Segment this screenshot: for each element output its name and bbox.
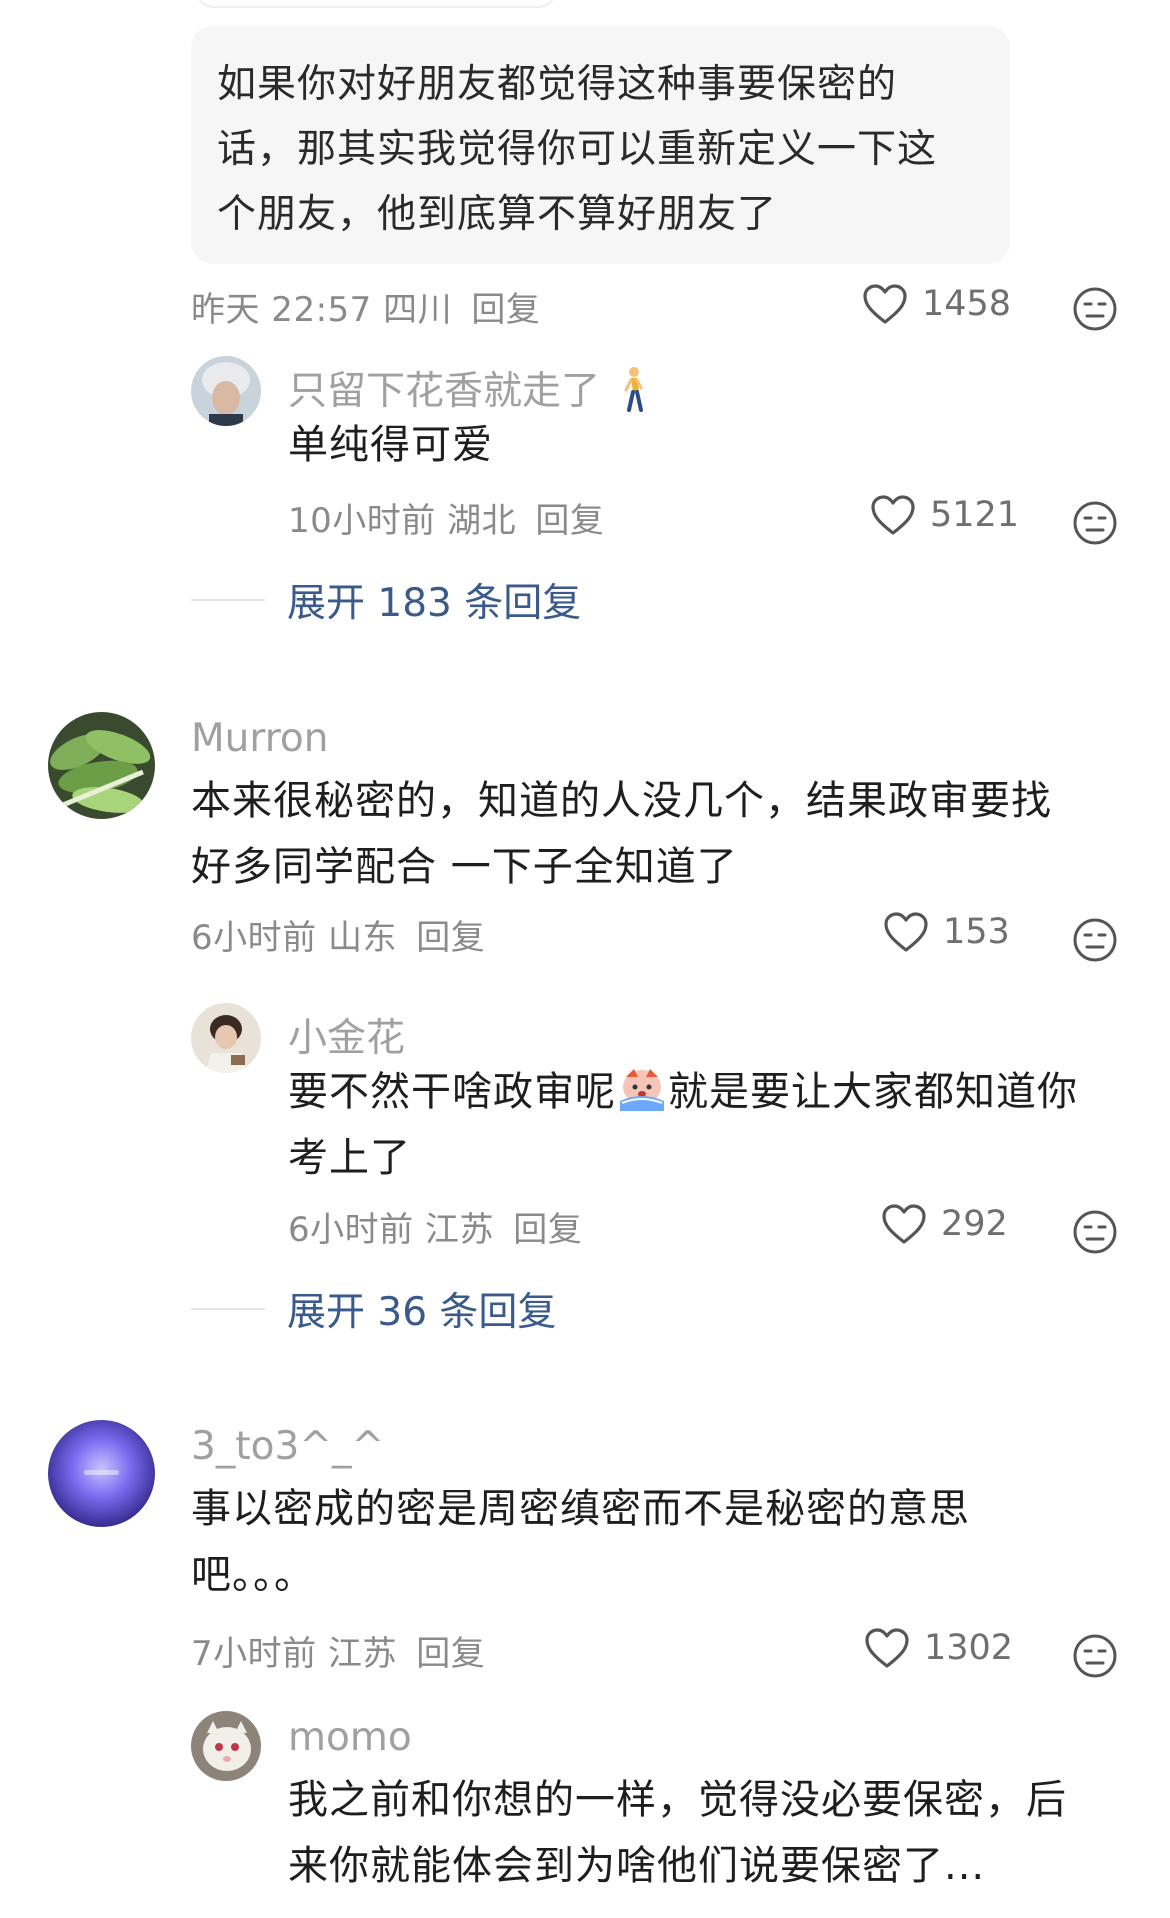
like-button[interactable]: 5121 [870,494,1019,536]
quote-line-2: 话，那其实我觉得你可以重新定义一下这 [217,127,938,172]
reply-text: 我之前和你想的一样，觉得没必要保密，后 来你就能体会到为啥他们说要保密了... [288,1777,1067,1889]
dislike-face-icon[interactable] [1072,1209,1118,1255]
dislike-face-icon[interactable] [1072,1633,1118,1679]
reply-button[interactable]: 回复 [416,1634,485,1674]
heart-icon [882,1204,926,1244]
like-count: 1458 [922,284,1012,324]
comment-region: 山东 [327,918,397,958]
like-count: 5121 [930,495,1020,535]
avatar[interactable] [191,1003,261,1073]
previous-element-edge [195,0,557,8]
reply-meta: 6小时前 江苏 回复 [288,1202,582,1251]
comment-meta: 6小时前 山东 回复 [191,910,485,959]
reply-meta: 10小时前 湖北 回复 [288,493,604,542]
comment-region: 江苏 [424,1210,494,1250]
reply-button[interactable]: 回复 [513,1210,582,1250]
expand-replies-button[interactable]: 展开 183 条回复 [191,572,581,628]
dislike-face-icon[interactable] [1072,500,1118,546]
reply-button[interactable]: 回复 [416,918,485,958]
dislike-face-icon[interactable] [1072,286,1118,332]
reply-button[interactable]: 回复 [471,290,540,330]
reply-button[interactable]: 回复 [535,501,604,541]
avatar[interactable] [48,1420,155,1527]
reply-username[interactable]: 只留下花香就走了 [288,360,650,416]
reply-username[interactable]: momo [288,1715,412,1760]
comment-time: 昨天 22:57 [191,290,372,330]
like-button[interactable]: 1458 [862,283,1011,325]
comment-text: 事以密成的密是周密缜密而不是秘密的意思 吧。。。 [191,1486,970,1598]
dislike-face-icon[interactable] [1072,917,1118,963]
comment-meta: 7小时前 江苏 回复 [191,1626,485,1675]
heart-icon [871,495,915,535]
heart-icon [884,912,928,952]
like-count: 153 [943,912,1010,952]
quote-line-3: 个朋友，他到底算不算好朋友了 [217,192,778,237]
comment-region: 湖北 [447,501,517,541]
reply-text: 单纯得可爱 [288,422,493,468]
comment-time: 10小时前 [288,501,436,541]
quote-meta: 昨天 22:57 四川 回复 [191,282,540,331]
comment-time: 6小时前 [191,918,317,958]
like-button[interactable]: 1302 [864,1627,1013,1669]
reply-text: 要不然干啥政审呢 就是要让大家都知道你 考上了 [288,1059,1078,1191]
comment-username[interactable]: Murron [191,716,328,761]
like-count: 1302 [924,1628,1014,1668]
walking-person-emoji [624,367,644,412]
avatar[interactable] [191,1711,261,1781]
like-button[interactable]: 292 [881,1203,1008,1245]
quote-line-1: 如果你对好朋友都觉得这种事要保密的 [217,62,898,107]
heart-icon [863,284,907,324]
comment-region: 江苏 [327,1634,397,1674]
crying-face-emoji [620,1069,664,1111]
quoted-comment-bubble: 如果你对好朋友都觉得这种事要保密的 话，那其实我觉得你可以重新定义一下这 个朋友… [191,26,1010,264]
like-count: 292 [941,1204,1008,1244]
heart-icon [865,1628,909,1668]
divider [191,599,265,601]
comment-time: 7小时前 [191,1634,317,1674]
comment-text: 本来很秘密的，知道的人没几个，结果政审要找 好多同学配合 一下子全知道了 [191,778,1052,890]
comment-region: 四川 [383,290,453,330]
comment-username[interactable]: 3_to3^_^ [191,1424,384,1469]
comment-time: 6小时前 [288,1210,414,1250]
avatar[interactable] [191,356,261,426]
avatar[interactable] [48,712,155,819]
like-button[interactable]: 153 [883,911,1010,953]
divider [191,1308,265,1310]
expand-replies-button[interactable]: 展开 36 条回复 [191,1281,556,1337]
reply-username[interactable]: 小金花 [288,1007,405,1063]
